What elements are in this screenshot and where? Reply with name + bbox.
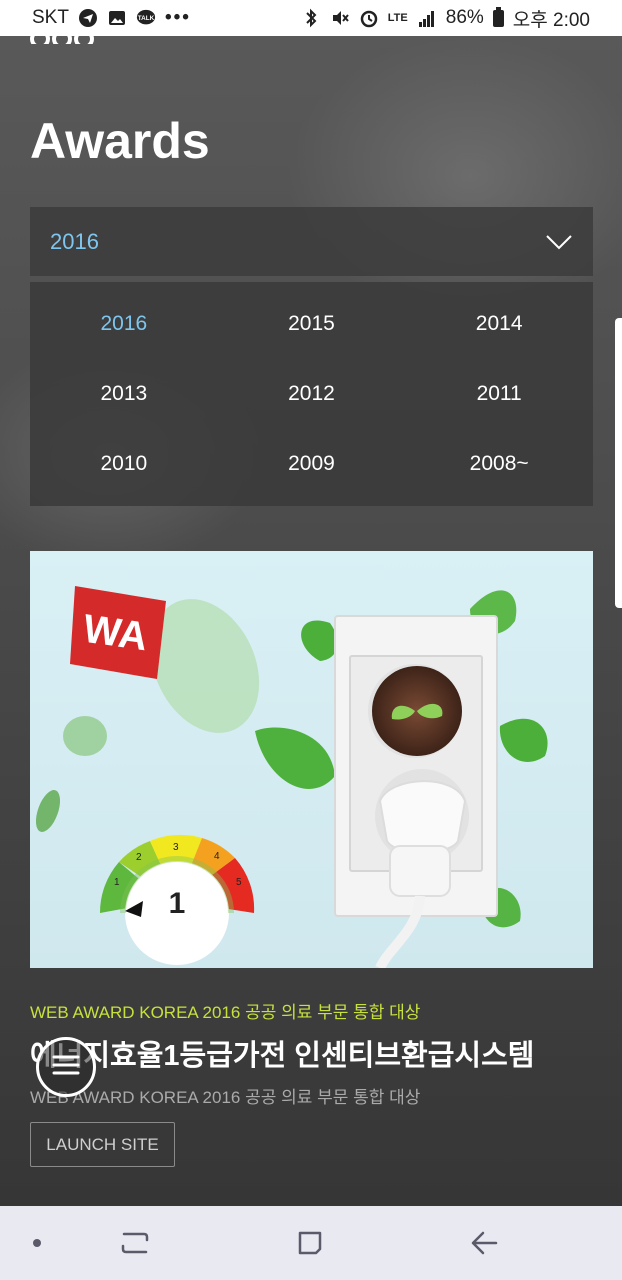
year-options-panel: 2016 2015 2014 2013 2012 2011 2010 2009 … [30, 282, 593, 506]
telegram-icon [78, 8, 98, 28]
battery-icon [492, 6, 504, 27]
battery-percent: 86% [445, 7, 484, 28]
more-notifications: ••• [164, 7, 191, 28]
status-right: LTE 86% 오후 2:00 [301, 5, 590, 32]
year-option-2009[interactable]: 2009 [218, 429, 406, 499]
status-bar: SKT TALK ••• LTE 86% 오후 2:00 [0, 0, 622, 36]
hamburger-icon [51, 1053, 81, 1082]
svg-text:2: 2 [136, 852, 142, 863]
bluetooth-icon [301, 8, 321, 28]
site-logo[interactable] [30, 36, 106, 44]
award-title: 에너지효율1등급가전 인센티브환급시스템 [30, 1040, 535, 1072]
award-subtitle: WEB AWARD KOREA 2016 공공 의료 부문 통합 대상 [30, 1003, 421, 1022]
svg-text:WA: WA [80, 607, 150, 660]
recent-apps-icon[interactable] [105, 1206, 165, 1280]
gallery-icon [107, 8, 127, 28]
svg-text:1: 1 [169, 887, 186, 920]
svg-text:1: 1 [114, 877, 120, 888]
clock: 오후 2:00 [512, 9, 590, 31]
svg-text:5: 5 [236, 877, 242, 888]
alarm-icon [359, 8, 379, 28]
back-icon[interactable] [454, 1206, 514, 1280]
award-image[interactable]: WA 1 2 3 4 5 1 [30, 551, 593, 968]
status-left: SKT TALK ••• [32, 7, 191, 29]
web-award-logo: WA [70, 586, 166, 679]
navigation-bar [0, 1206, 622, 1280]
chevron-down-icon [545, 234, 573, 250]
year-option-2013[interactable]: 2013 [30, 359, 218, 429]
network-type: LTE [387, 12, 408, 24]
year-option-2011[interactable]: 2011 [405, 359, 593, 429]
carrier-label: SKT [32, 7, 69, 28]
home-icon[interactable] [280, 1206, 340, 1280]
year-option-2010[interactable]: 2010 [30, 429, 218, 499]
year-dropdown[interactable]: 2016 [30, 207, 593, 276]
scrollbar[interactable] [615, 318, 622, 608]
menu-button[interactable] [36, 1037, 96, 1097]
year-option-2014[interactable]: 2014 [405, 289, 593, 359]
year-option-2015[interactable]: 2015 [218, 289, 406, 359]
page-title: Awards [30, 113, 210, 169]
year-option-2012[interactable]: 2012 [218, 359, 406, 429]
signal-icon [417, 8, 437, 28]
selected-year: 2016 [50, 228, 99, 254]
nav-dot[interactable] [22, 1206, 52, 1280]
launch-site-button[interactable]: LAUNCH SITE [30, 1122, 175, 1167]
mute-icon [330, 8, 350, 28]
svg-text:TALK: TALK [138, 15, 155, 22]
svg-text:3: 3 [173, 842, 179, 853]
svg-text:4: 4 [214, 851, 220, 862]
year-option-2008[interactable]: 2008~ [405, 429, 593, 499]
year-option-2016[interactable]: 2016 [30, 289, 218, 359]
kakaotalk-icon: TALK [136, 8, 156, 28]
